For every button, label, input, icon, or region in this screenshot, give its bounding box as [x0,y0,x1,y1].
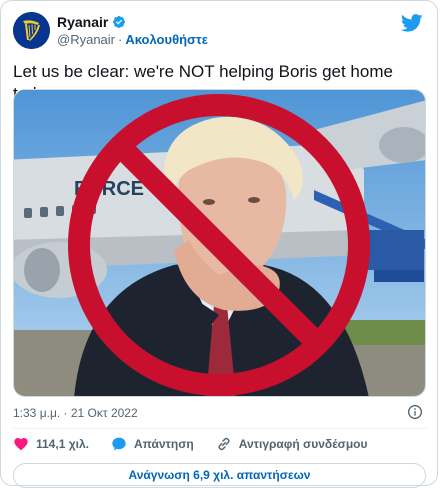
author-name[interactable]: Ryanair [57,14,108,30]
reply-button[interactable]: Απάντηση [111,436,194,452]
follow-button[interactable]: Ακολουθήστε [125,32,208,47]
verified-badge-icon [113,16,126,28]
media-photo: FORCE [14,90,425,396]
reply-icon [112,437,126,451]
reply-label: Απάντηση [133,437,194,451]
link-icon [218,437,230,451]
like-count: 114,1 χιλ. [36,437,89,451]
ryanair-logo-icon [13,12,50,49]
divider [13,428,427,429]
read-replies-button[interactable]: Ανάγνωση 6,9 χιλ. απαντήσεων [13,463,426,488]
tweet-timestamp[interactable]: 1:33 μ.μ. · 21 Οκτ 2022 [13,406,138,420]
tweet-card: Ryanair @Ryanair · Ακολουθήστε Let us be… [0,0,438,488]
info-icon[interactable] [407,404,423,420]
tweet-media[interactable]: FORCE [13,89,426,397]
avatar[interactable] [13,12,50,49]
copy-link-button[interactable]: Αντιγραφή συνδέσμου [216,436,368,452]
heart-icon [14,438,28,451]
like-button[interactable]: 114,1 χιλ. [13,436,89,452]
copy-link-label: Αντιγραφή συνδέσμου [238,437,368,451]
twitter-bird-icon[interactable] [401,14,423,32]
author-block: Ryanair @Ryanair · Ακολουθήστε [57,14,208,47]
action-bar: 114,1 χιλ. Απάντηση Αντιγραφή συνδέσμου [13,436,389,452]
handle-separator: · [118,32,123,47]
author-handle[interactable]: @Ryanair [57,32,115,47]
